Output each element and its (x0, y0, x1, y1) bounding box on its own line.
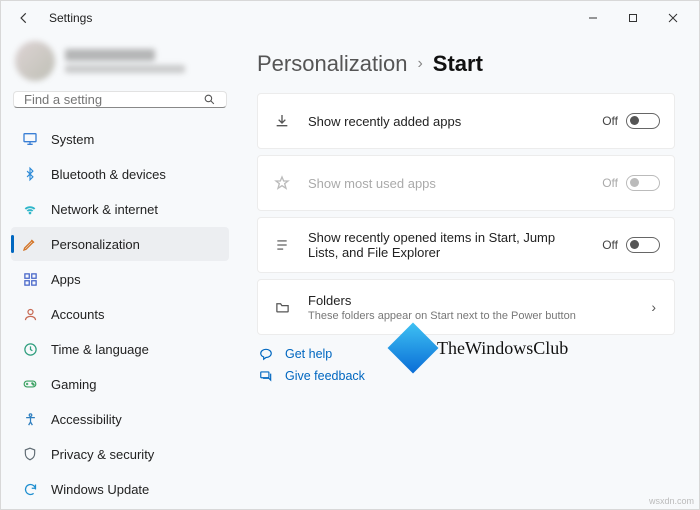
sidebar-item-time-language[interactable]: Time & language (11, 332, 229, 366)
sidebar-item-windows-update[interactable]: Windows Update (11, 472, 229, 506)
toggle-state: Off (602, 176, 618, 190)
minimize-button[interactable] (573, 4, 613, 32)
sidebar-item-apps[interactable]: Apps (11, 262, 229, 296)
nav-list: System Bluetooth & devices Network & inter… (11, 122, 229, 506)
close-button[interactable] (653, 4, 693, 32)
sidebar-item-bluetooth-devices[interactable]: Bluetooth & devices (11, 157, 229, 191)
get-help-label: Get help (285, 347, 332, 361)
sidebar-item-label: Bluetooth & devices (51, 167, 166, 182)
breadcrumb-parent[interactable]: Personalization (257, 51, 407, 77)
sidebar-item-label: Accounts (51, 307, 104, 322)
toggle-switch[interactable] (626, 237, 660, 253)
sidebar-item-gaming[interactable]: Gaming (11, 367, 229, 401)
nav-icon (21, 235, 39, 253)
profile-block[interactable] (11, 41, 229, 81)
avatar (15, 41, 55, 81)
chevron-right-icon: › (651, 299, 660, 315)
setting-card: Show recently opened items in Start, Jum… (257, 217, 675, 273)
sidebar-item-label: Accessibility (51, 412, 122, 427)
sidebar-item-personalization[interactable]: Personalization (11, 227, 229, 261)
download-icon (272, 111, 292, 131)
nav-icon (21, 270, 39, 288)
sidebar-item-accounts[interactable]: Accounts (11, 297, 229, 331)
watermark-text: TheWindowsClub (437, 338, 568, 359)
nav-icon (21, 480, 39, 498)
titlebar: Settings (1, 1, 699, 35)
toggle-state: Off (602, 114, 618, 128)
card-title: Show recently added apps (308, 114, 586, 129)
setting-card[interactable]: Folders These folders appear on Start nex… (257, 279, 675, 335)
folder-icon (272, 297, 292, 317)
sidebar: System Bluetooth & devices Network & inter… (1, 35, 239, 509)
nav-icon (21, 130, 39, 148)
nav-icon (21, 410, 39, 428)
maximize-button[interactable] (613, 4, 653, 32)
sidebar-item-label: Windows Update (51, 482, 149, 497)
search-input[interactable] (24, 92, 203, 107)
corner-credit: wsxdn.com (649, 496, 694, 506)
nav-icon (21, 305, 39, 323)
nav-icon (21, 165, 39, 183)
sidebar-item-label: Time & language (51, 342, 149, 357)
breadcrumb-current: Start (433, 51, 483, 77)
sidebar-item-network-internet[interactable]: Network & internet (11, 192, 229, 226)
star-icon (272, 173, 292, 193)
sidebar-item-system[interactable]: System (11, 122, 229, 156)
chevron-right-icon: › (417, 55, 422, 73)
sidebar-item-label: Privacy & security (51, 447, 154, 462)
nav-icon (21, 445, 39, 463)
back-button[interactable] (13, 7, 35, 29)
nav-icon (21, 375, 39, 393)
search-icon (203, 93, 216, 106)
give-feedback-link[interactable]: Give feedback (257, 369, 675, 383)
card-title: Show most used apps (308, 176, 586, 191)
nav-icon (21, 340, 39, 358)
nav-icon (21, 200, 39, 218)
feedback-icon (257, 369, 275, 383)
sidebar-item-label: System (51, 132, 94, 147)
watermark-logo (388, 323, 439, 374)
toggle-switch (626, 175, 660, 191)
card-title: Folders (308, 293, 635, 308)
sidebar-item-label: Personalization (51, 237, 140, 252)
list-icon (272, 235, 292, 255)
card-title: Show recently opened items in Start, Jum… (308, 230, 586, 260)
sidebar-item-accessibility[interactable]: Accessibility (11, 402, 229, 436)
help-icon (257, 347, 275, 361)
search-box[interactable] (13, 91, 227, 108)
setting-card: Show most used apps Off (257, 155, 675, 211)
card-subtitle: These folders appear on Start next to th… (308, 310, 635, 322)
window-title: Settings (49, 11, 92, 25)
watermark: TheWindowsClub (395, 330, 568, 366)
sidebar-item-label: Gaming (51, 377, 97, 392)
breadcrumb: Personalization › Start (257, 51, 675, 77)
content-area: Personalization › Start Show recently ad… (239, 35, 699, 509)
sidebar-item-label: Apps (51, 272, 81, 287)
toggle-switch[interactable] (626, 113, 660, 129)
sidebar-item-label: Network & internet (51, 202, 158, 217)
toggle-state: Off (602, 238, 618, 252)
give-feedback-label: Give feedback (285, 369, 365, 383)
setting-card: Show recently added apps Off (257, 93, 675, 149)
sidebar-item-privacy-security[interactable]: Privacy & security (11, 437, 229, 471)
